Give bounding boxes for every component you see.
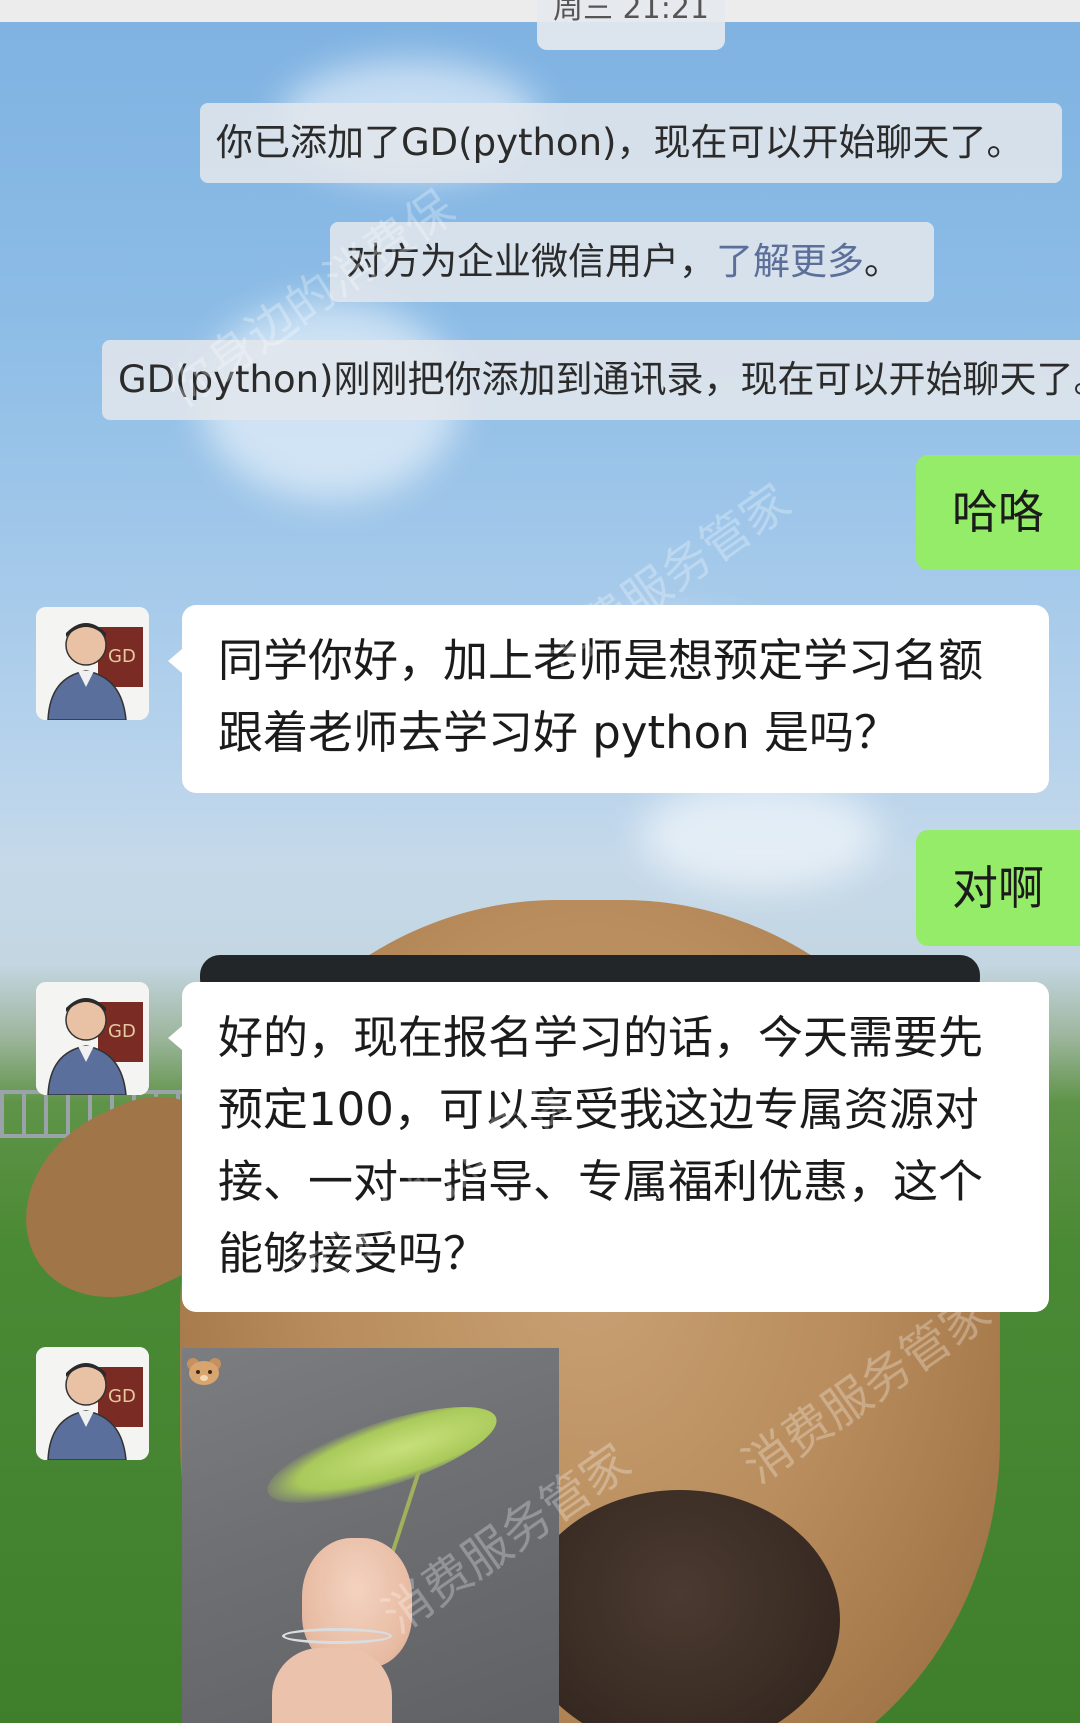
- svg-text:GD: GD: [108, 1386, 136, 1407]
- image-message[interactable]: [182, 1348, 559, 1723]
- bear-sticker-icon: [187, 1358, 221, 1385]
- system-message-text: 对方为企业微信用户，: [346, 240, 716, 283]
- time-stamp: 周三 21:21: [537, 0, 725, 50]
- contact-avatar[interactable]: GD: [36, 1347, 149, 1460]
- svg-text:GD: GD: [108, 1021, 136, 1042]
- system-message-suffix: 。: [864, 240, 901, 283]
- my-message-bubble[interactable]: 哈咯: [916, 455, 1080, 570]
- time-stamp-label: 周三 21:21: [553, 0, 709, 26]
- my-message-text: 对啊: [952, 861, 1044, 915]
- contact-message-text: 同学你好，加上老师是想预定学习名额 跟着老师去学习好 python 是吗？: [218, 634, 984, 759]
- my-message-bubble[interactable]: 对啊: [916, 830, 1080, 946]
- system-message: 对方为企业微信用户，了解更多。: [330, 222, 934, 302]
- system-message-text: 你已添加了GD(python)，现在可以开始聊天了。: [216, 121, 1024, 164]
- teacher-avatar-icon: GD: [36, 982, 149, 1095]
- my-message-text: 哈咯: [952, 485, 1044, 539]
- bracelet: [282, 1628, 392, 1644]
- cloud: [640, 780, 880, 890]
- system-message-text: GD(python)刚刚把你添加到通讯录，现在可以开始聊天了。: [118, 358, 1080, 401]
- svg-text:GD: GD: [108, 646, 136, 667]
- contact-avatar[interactable]: GD: [36, 607, 149, 720]
- teacher-avatar-icon: GD: [36, 607, 149, 720]
- contact-message-bubble[interactable]: 好的，现在报名学习的话，今天需要先预定100，可以享受我这边专属资源对接、一对一…: [168, 982, 1049, 1312]
- system-message: 你已添加了GD(python)，现在可以开始聊天了。: [200, 103, 1062, 183]
- contact-message-bubble[interactable]: 同学你好，加上老师是想预定学习名额 跟着老师去学习好 python 是吗？: [168, 605, 1049, 793]
- baby-arm: [272, 1648, 392, 1723]
- learn-more-link[interactable]: 了解更多: [716, 240, 864, 283]
- contact-avatar[interactable]: GD: [36, 982, 149, 1095]
- system-message: GD(python)刚刚把你添加到通讯录，现在可以开始聊天了。: [102, 340, 1080, 420]
- contact-message-text: 好的，现在报名学习的话，今天需要先预定100，可以享受我这边专属资源对接、一对一…: [218, 1011, 984, 1280]
- chat-screen: 周三 21:21 你已添加了GD(python)，现在可以开始聊天了。 对方为企…: [0, 0, 1080, 1723]
- teacher-avatar-icon: GD: [36, 1347, 149, 1460]
- foxtail-grass: [257, 1387, 507, 1523]
